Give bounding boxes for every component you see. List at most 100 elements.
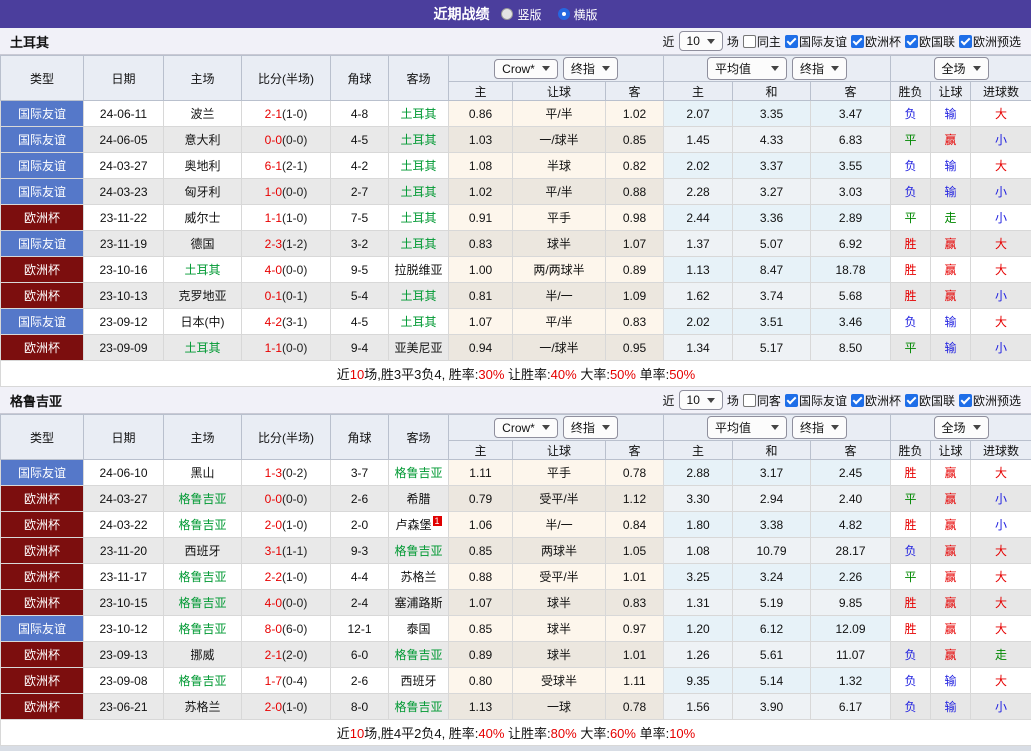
eurocup-checkbox[interactable] xyxy=(851,35,864,48)
friendly-checkbox[interactable] xyxy=(785,394,798,407)
crow-handicap: 平手 xyxy=(513,205,606,231)
handicap-outcome: 赢 xyxy=(931,257,971,283)
handicap-outcome: 赢 xyxy=(931,616,971,642)
league-filter-nationsleague[interactable]: 欧国联 xyxy=(905,392,955,409)
match-date: 23-09-13 xyxy=(84,642,164,668)
full-time-score: 1-3 xyxy=(265,466,282,480)
page-bottom-strip xyxy=(0,746,1031,751)
league-filter-eurocup[interactable]: 欧洲杯 xyxy=(851,392,901,409)
league-filter-friendly[interactable]: 国际友谊 xyxy=(785,33,847,50)
away-team: 格鲁吉亚 xyxy=(389,694,449,720)
goals-outcome: 小 xyxy=(971,486,1031,512)
col-date: 日期 xyxy=(84,415,164,460)
goals-outcome: 大 xyxy=(971,153,1031,179)
half-time-score: (2-0) xyxy=(282,648,307,662)
half-time-score: (0-0) xyxy=(282,133,307,147)
avg-home-odds: 2.44 xyxy=(664,205,733,231)
eurocup-checkbox[interactable] xyxy=(851,394,864,407)
same-venue-checkbox[interactable] xyxy=(743,394,756,407)
result-outcome: 负 xyxy=(891,153,931,179)
match-row: 欧洲杯24-03-22格鲁吉亚2-0(1-0)2-0卢森堡11.06半/一0.8… xyxy=(1,512,1031,538)
away-team: 西班牙 xyxy=(389,668,449,694)
league-badge: 欧洲杯 xyxy=(1,564,84,590)
avg-home-odds: 2.02 xyxy=(664,309,733,335)
handicap-outcome: 输 xyxy=(931,153,971,179)
col-handicap-result: 让球 xyxy=(931,82,971,101)
final-odds-select[interactable]: 终指 xyxy=(563,416,618,439)
crow-away-odds: 1.12 xyxy=(606,486,664,512)
home-team: 挪威 xyxy=(164,642,242,668)
score: 4-2(3-1) xyxy=(242,309,331,335)
home-team: 波兰 xyxy=(164,101,242,127)
home-team: 匈牙利 xyxy=(164,179,242,205)
corners: 2-4 xyxy=(331,590,389,616)
friendly-checkbox[interactable] xyxy=(785,35,798,48)
nationsleague-checkbox[interactable] xyxy=(905,394,918,407)
league-badge: 欧洲杯 xyxy=(1,486,84,512)
bookmaker-select[interactable]: Crow* xyxy=(494,59,558,79)
final-odds-select[interactable]: 终指 xyxy=(792,416,847,439)
match-row: 欧洲杯23-09-08格鲁吉亚1-7(0-4)2-6西班牙0.80受球半1.11… xyxy=(1,668,1031,694)
record-summary: 近10场,胜3平3负4, 胜率:30% 让胜率:40% 大率:50% 单率:50… xyxy=(1,361,1031,387)
full-match-select[interactable]: 全场 xyxy=(934,57,989,80)
away-team: 亚美尼亚 xyxy=(389,335,449,361)
corners: 4-5 xyxy=(331,127,389,153)
corners: 2-7 xyxy=(331,179,389,205)
crow-handicap: 球半 xyxy=(513,590,606,616)
league-filter-euroqualifier[interactable]: 欧洲预选 xyxy=(959,392,1021,409)
nationsleague-checkbox[interactable] xyxy=(905,35,918,48)
match-row: 国际友谊23-09-12日本(中)4-2(3-1)4-5土耳其1.07平/半0.… xyxy=(1,309,1031,335)
league-filter-euroqualifier[interactable]: 欧洲预选 xyxy=(959,33,1021,50)
avg-draw-odds: 10.79 xyxy=(733,538,811,564)
crow-handicap: 平/半 xyxy=(513,179,606,205)
same-venue-filter[interactable]: 同客 xyxy=(743,392,781,409)
match-row: 欧洲杯23-09-13挪威2-1(2-0)6-0格鲁吉亚0.89球半1.011.… xyxy=(1,642,1031,668)
euroqualifier-checkbox[interactable] xyxy=(959,35,972,48)
league-filter-friendly[interactable]: 国际友谊 xyxy=(785,392,847,409)
goals-outcome: 大 xyxy=(971,460,1031,486)
layout-radio-vertical[interactable]: 竖版 xyxy=(501,6,541,23)
crow-handicap: 半球 xyxy=(513,153,606,179)
recent-count-select[interactable]: 10 xyxy=(679,390,723,410)
league-filter-nationsleague[interactable]: 欧国联 xyxy=(905,33,955,50)
match-row: 欧洲杯23-11-17格鲁吉亚2-2(1-0)4-4苏格兰0.88受平/半1.0… xyxy=(1,564,1031,590)
league-badge: 国际友谊 xyxy=(1,616,84,642)
crow-home-odds: 1.00 xyxy=(449,257,513,283)
half-time-score: (0-0) xyxy=(282,492,307,506)
same-venue-filter[interactable]: 同主 xyxy=(743,33,781,50)
crow-home-odds: 0.88 xyxy=(449,564,513,590)
league-filter-eurocup[interactable]: 欧洲杯 xyxy=(851,33,901,50)
match-date: 24-03-23 xyxy=(84,179,164,205)
bookmaker-select[interactable]: Crow* xyxy=(494,418,558,438)
crow-away-odds: 0.97 xyxy=(606,616,664,642)
full-time-score: 1-1 xyxy=(265,341,282,355)
crow-home-odds: 0.86 xyxy=(449,101,513,127)
corners: 8-0 xyxy=(331,694,389,720)
layout-radio-group: 竖版 横版 xyxy=(501,6,597,23)
recent-count-select[interactable]: 10 xyxy=(679,31,723,51)
final-odds-select[interactable]: 终指 xyxy=(563,57,618,80)
match-date: 23-10-16 xyxy=(84,257,164,283)
result-outcome: 负 xyxy=(891,309,931,335)
euroqualifier-checkbox[interactable] xyxy=(959,394,972,407)
average-select[interactable]: 平均值 xyxy=(707,57,787,80)
full-match-select[interactable]: 全场 xyxy=(934,416,989,439)
match-row: 国际友谊24-03-23匈牙利1-0(0-0)2-7土耳其1.02平/半0.88… xyxy=(1,179,1031,205)
crow-home-odds: 0.81 xyxy=(449,283,513,309)
layout-radio-horizontal[interactable]: 横版 xyxy=(558,6,598,23)
col-home: 主场 xyxy=(164,415,242,460)
avg-draw-odds: 3.27 xyxy=(733,179,811,205)
away-team: 拉脱维亚 xyxy=(389,257,449,283)
average-select[interactable]: 平均值 xyxy=(707,416,787,439)
avg-draw-odds: 3.51 xyxy=(733,309,811,335)
full-time-score: 2-3 xyxy=(265,237,282,251)
same-venue-checkbox[interactable] xyxy=(743,35,756,48)
away-team: 土耳其 xyxy=(389,101,449,127)
crow-handicap: 受平/半 xyxy=(513,486,606,512)
away-team: 土耳其 xyxy=(389,283,449,309)
match-row: 欧洲杯23-11-22威尔士1-1(1-0)7-5土耳其0.91平手0.982.… xyxy=(1,205,1031,231)
final-odds-select[interactable]: 终指 xyxy=(792,57,847,80)
match-row: 国际友谊24-06-05意大利0-0(0-0)4-5土耳其1.03一/球半0.8… xyxy=(1,127,1031,153)
handicap-outcome: 输 xyxy=(931,309,971,335)
col-avg-away: 客 xyxy=(811,82,891,101)
